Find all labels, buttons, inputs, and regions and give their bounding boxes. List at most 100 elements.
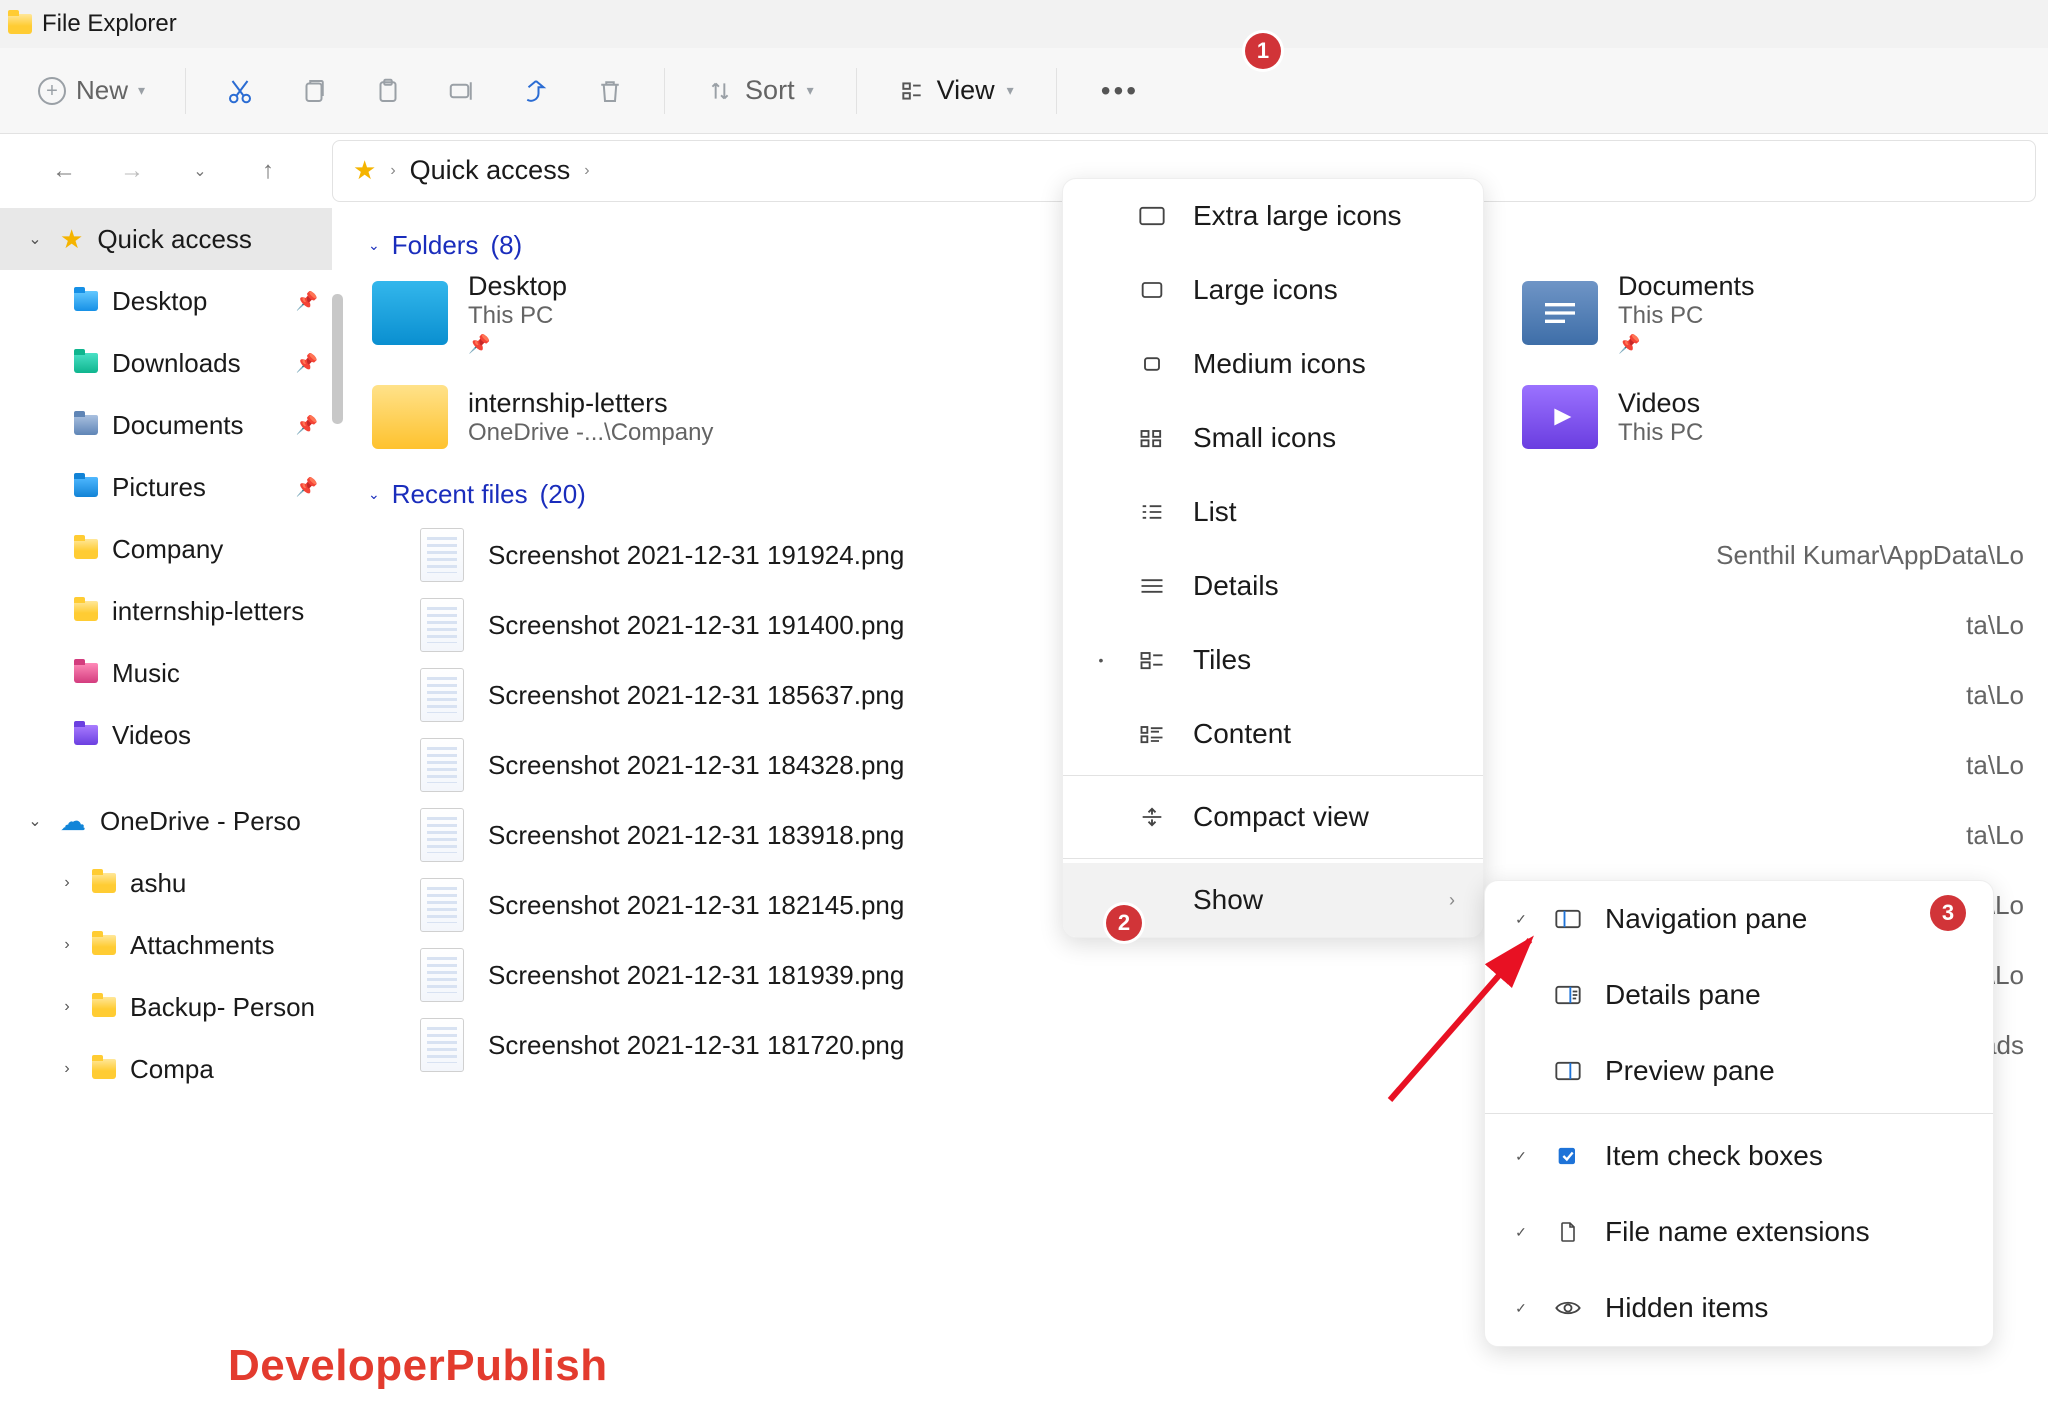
folder-tile-documents[interactable]: Documents This PC 📌 (1522, 271, 2028, 355)
menu-item-details-pane[interactable]: Details pane (1485, 957, 1993, 1033)
menu-item-checkboxes[interactable]: ✓Item check boxes (1485, 1118, 1993, 1194)
menu-item-label: List (1193, 496, 1237, 528)
folder-tile-videos[interactable]: Videos This PC (1522, 385, 2028, 449)
folder-icon (74, 353, 98, 373)
menu-item-compact-view[interactable]: Compact view (1063, 780, 1483, 854)
menu-item-content[interactable]: Content (1063, 697, 1483, 771)
show-submenu: ✓Navigation pane Details pane Preview pa… (1484, 880, 1994, 1347)
menu-item-tiles[interactable]: •Tiles (1063, 623, 1483, 697)
folder-icon (74, 291, 98, 311)
menu-item-label: Details (1193, 570, 1279, 602)
menu-item-hidden[interactable]: ✓Hidden items (1485, 1270, 1993, 1346)
menu-item-details[interactable]: Details (1063, 549, 1483, 623)
chevron-right-icon: › (1449, 890, 1455, 911)
menu-item-list[interactable]: List (1063, 475, 1483, 549)
folder-icon (92, 1059, 116, 1079)
back-button[interactable]: ← (47, 154, 81, 188)
folder-location: This PC (468, 302, 567, 330)
sidebar-item-company[interactable]: Company (0, 518, 332, 580)
sidebar-item-documents[interactable]: Documents 📌 (0, 394, 332, 456)
sidebar-item-quick-access[interactable]: ⌄ ★ Quick access (0, 208, 332, 270)
sidebar-item-label: Desktop (112, 286, 207, 317)
folder-icon (74, 539, 98, 559)
folder-icon (74, 663, 98, 683)
sidebar-item-label: Videos (112, 720, 191, 751)
folder-location: This PC (1618, 302, 1755, 330)
file-thumbnail (420, 668, 464, 722)
section-label: Recent files (392, 479, 528, 510)
forward-button[interactable]: → (115, 154, 149, 188)
recent-locations-button[interactable]: ⌄ (183, 154, 217, 188)
check-icon: ✓ (1511, 1224, 1531, 1241)
delete-button[interactable] (582, 63, 638, 119)
breadcrumb-current[interactable]: Quick access (410, 155, 571, 186)
sidebar-item-label: OneDrive - Perso (100, 806, 301, 837)
folder-icon (372, 385, 448, 449)
medium-icons-icon (1137, 352, 1167, 376)
navigation-row: ← → ⌄ ↑ ★ › Quick access › (0, 134, 2048, 208)
folder-name: Desktop (468, 271, 567, 302)
sidebar-item-pictures[interactable]: Pictures📌 (0, 456, 332, 518)
sidebar-item-downloads[interactable]: Downloads📌 (0, 332, 332, 394)
pin-icon: 📌 (296, 415, 318, 436)
sidebar-item-videos[interactable]: Videos (0, 704, 332, 766)
file-name: Screenshot 2021-12-31 181939.png (488, 960, 904, 991)
view-button[interactable]: View ▾ (883, 69, 1030, 112)
sidebar-item-onedrive[interactable]: ⌄ ☁ OneDrive - Perso (0, 790, 332, 852)
file-thumbnail (420, 808, 464, 862)
sidebar-item-attachments[interactable]: ›Attachments (0, 914, 332, 976)
folder-location: This PC (1618, 419, 1703, 447)
sidebar-item-desktop[interactable]: Desktop📌 (0, 270, 332, 332)
folder-tile-internship[interactable]: internship-letters OneDrive -...\Company (372, 385, 922, 449)
check-icon: ✓ (1511, 1300, 1531, 1317)
section-label: Folders (392, 230, 479, 261)
menu-item-label: Tiles (1193, 644, 1251, 676)
file-name: Screenshot 2021-12-31 181720.png (488, 1030, 904, 1061)
sidebar-item-label: Documents (112, 410, 244, 441)
rename-button[interactable] (434, 63, 490, 119)
new-button[interactable]: + New ▾ (24, 69, 159, 112)
sidebar-item-compa[interactable]: ›Compa (0, 1038, 332, 1100)
chevron-right-icon: › (56, 874, 78, 892)
file-path: ta\Lo (1966, 820, 2028, 851)
more-button[interactable]: ••• (1083, 69, 1157, 113)
section-count: (8) (490, 230, 522, 261)
menu-item-extra-large-icons[interactable]: Extra large icons (1063, 179, 1483, 253)
sort-button[interactable]: Sort ▾ (691, 69, 830, 112)
menu-item-label: Navigation pane (1605, 903, 1807, 935)
large-icons-icon (1137, 278, 1167, 302)
sidebar-item-ashu[interactable]: ›ashu (0, 852, 332, 914)
menu-item-medium-icons[interactable]: Medium icons (1063, 327, 1483, 401)
up-button[interactable]: ↑ (251, 154, 285, 188)
folder-location: OneDrive -...\Company (468, 419, 713, 447)
folder-tile-desktop[interactable]: Desktop This PC 📌 (372, 271, 922, 355)
file-thumbnail (420, 1018, 464, 1072)
menu-item-small-icons[interactable]: Small icons (1063, 401, 1483, 475)
share-button[interactable] (508, 63, 564, 119)
sidebar-item-internship[interactable]: internship-letters (0, 580, 332, 642)
chevron-right-icon: › (390, 162, 395, 180)
cut-button[interactable] (212, 63, 268, 119)
plus-icon: + (38, 77, 66, 105)
folder-icon (74, 477, 98, 497)
menu-item-label: Extra large icons (1193, 200, 1402, 232)
file-path: ta\Lo (1966, 610, 2028, 641)
menu-item-preview-pane[interactable]: Preview pane (1485, 1033, 1993, 1109)
folder-icon (92, 873, 116, 893)
menu-item-label: Large icons (1193, 274, 1338, 306)
toolbar-divider (1056, 68, 1057, 114)
paste-button[interactable] (360, 63, 416, 119)
sidebar-item-backup[interactable]: ›Backup- Person (0, 976, 332, 1038)
copy-button[interactable] (286, 63, 342, 119)
pin-icon: 📌 (296, 477, 318, 498)
sidebar-item-label: Quick access (97, 224, 252, 255)
menu-item-extensions[interactable]: ✓File name extensions (1485, 1194, 1993, 1270)
menu-item-large-icons[interactable]: Large icons (1063, 253, 1483, 327)
file-path: ta\Lo (1966, 750, 2028, 781)
view-menu: Extra large icons Large icons Medium ico… (1062, 178, 1484, 938)
folder-icon (1522, 281, 1598, 345)
menu-item-navigation-pane[interactable]: ✓Navigation pane (1485, 881, 1993, 957)
compact-view-icon (1137, 805, 1167, 829)
chevron-right-icon: › (56, 1060, 78, 1078)
sidebar-item-music[interactable]: Music (0, 642, 332, 704)
